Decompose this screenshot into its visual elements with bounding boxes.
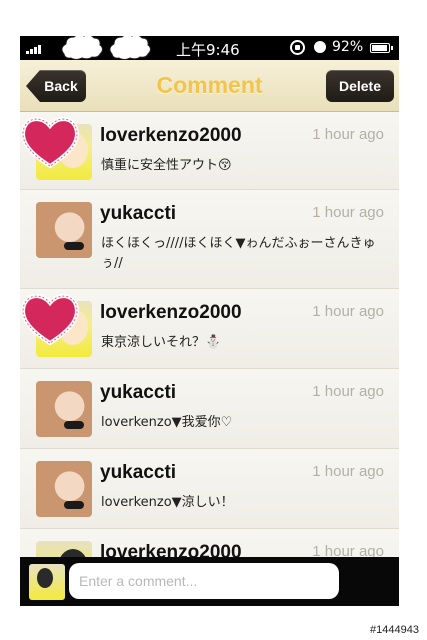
comment-input[interactable]: [69, 563, 339, 599]
comment-username[interactable]: yukaccti: [100, 462, 176, 484]
heart-icon: [21, 294, 79, 346]
watermark: #1444943: [370, 624, 419, 636]
status-time: 上午9:46: [176, 41, 240, 59]
comment-time: 1 hour ago: [312, 303, 384, 320]
comment-text: loverkenzo▼我爱你♡: [101, 415, 233, 430]
comment-username[interactable]: yukaccti: [100, 382, 176, 404]
comment-row[interactable]: loverkenzo2000 1 hour ago: [20, 529, 399, 557]
comment-bar: [20, 557, 399, 606]
avatar[interactable]: [36, 202, 92, 258]
avatar[interactable]: [36, 461, 92, 517]
comment-time: 1 hour ago: [312, 383, 384, 400]
comment-row[interactable]: yukaccti 1 hour ago ほくほくっ////ほくほく▼ゎんだふぉー…: [20, 190, 399, 289]
comment-text: loverkenzo▼涼しい！: [101, 495, 234, 510]
avatar: [29, 564, 65, 600]
navigation-bar: Back Comment Delete: [20, 60, 399, 112]
comment-row[interactable]: yukaccti 1 hour ago loverkenzo▼我爱你♡: [20, 369, 399, 449]
comment-time: 1 hour ago: [312, 126, 384, 143]
avatar[interactable]: [36, 381, 92, 437]
rotation-lock-icon: [290, 40, 305, 55]
location-icon: [314, 41, 326, 53]
cloud-icon: [61, 36, 151, 60]
battery-percent: 92%: [332, 39, 364, 55]
comment-text: ほくほくっ////ほくほく▼ゎんだふぉーさんきゅぅ//: [101, 236, 376, 271]
comment-username[interactable]: loverkenzo2000: [100, 302, 242, 324]
comment-username[interactable]: yukaccti: [100, 203, 176, 225]
comment-row[interactable]: yukaccti 1 hour ago loverkenzo▼涼しい！: [20, 449, 399, 529]
status-bar: 上午9:46 92%: [20, 36, 399, 60]
comment-row[interactable]: loverkenzo2000 1 hour ago 東京涼しいそれ？⛄: [20, 289, 399, 369]
signal-icon: [26, 45, 41, 54]
battery-icon: [370, 43, 393, 53]
comment-time: 1 hour ago: [312, 204, 384, 221]
heart-icon: [21, 117, 79, 169]
comment-time: 1 hour ago: [312, 543, 384, 557]
avatar[interactable]: [36, 541, 92, 557]
comment-row[interactable]: loverkenzo2000 1 hour ago 慎重に安全性アウト😚: [20, 112, 399, 190]
comment-username[interactable]: loverkenzo2000: [100, 125, 242, 147]
phone-screen: 上午9:46 92% Back Comment Delete loverkenz…: [20, 36, 399, 606]
comment-list[interactable]: loverkenzo2000 1 hour ago 慎重に安全性アウト😚 yuk…: [20, 112, 399, 557]
comment-time: 1 hour ago: [312, 463, 384, 480]
comment-text: 東京涼しいそれ？⛄: [101, 335, 222, 350]
delete-button[interactable]: Delete: [326, 70, 394, 102]
comment-username[interactable]: loverkenzo2000: [100, 542, 242, 557]
comment-text: 慎重に安全性アウト😚: [101, 158, 232, 173]
